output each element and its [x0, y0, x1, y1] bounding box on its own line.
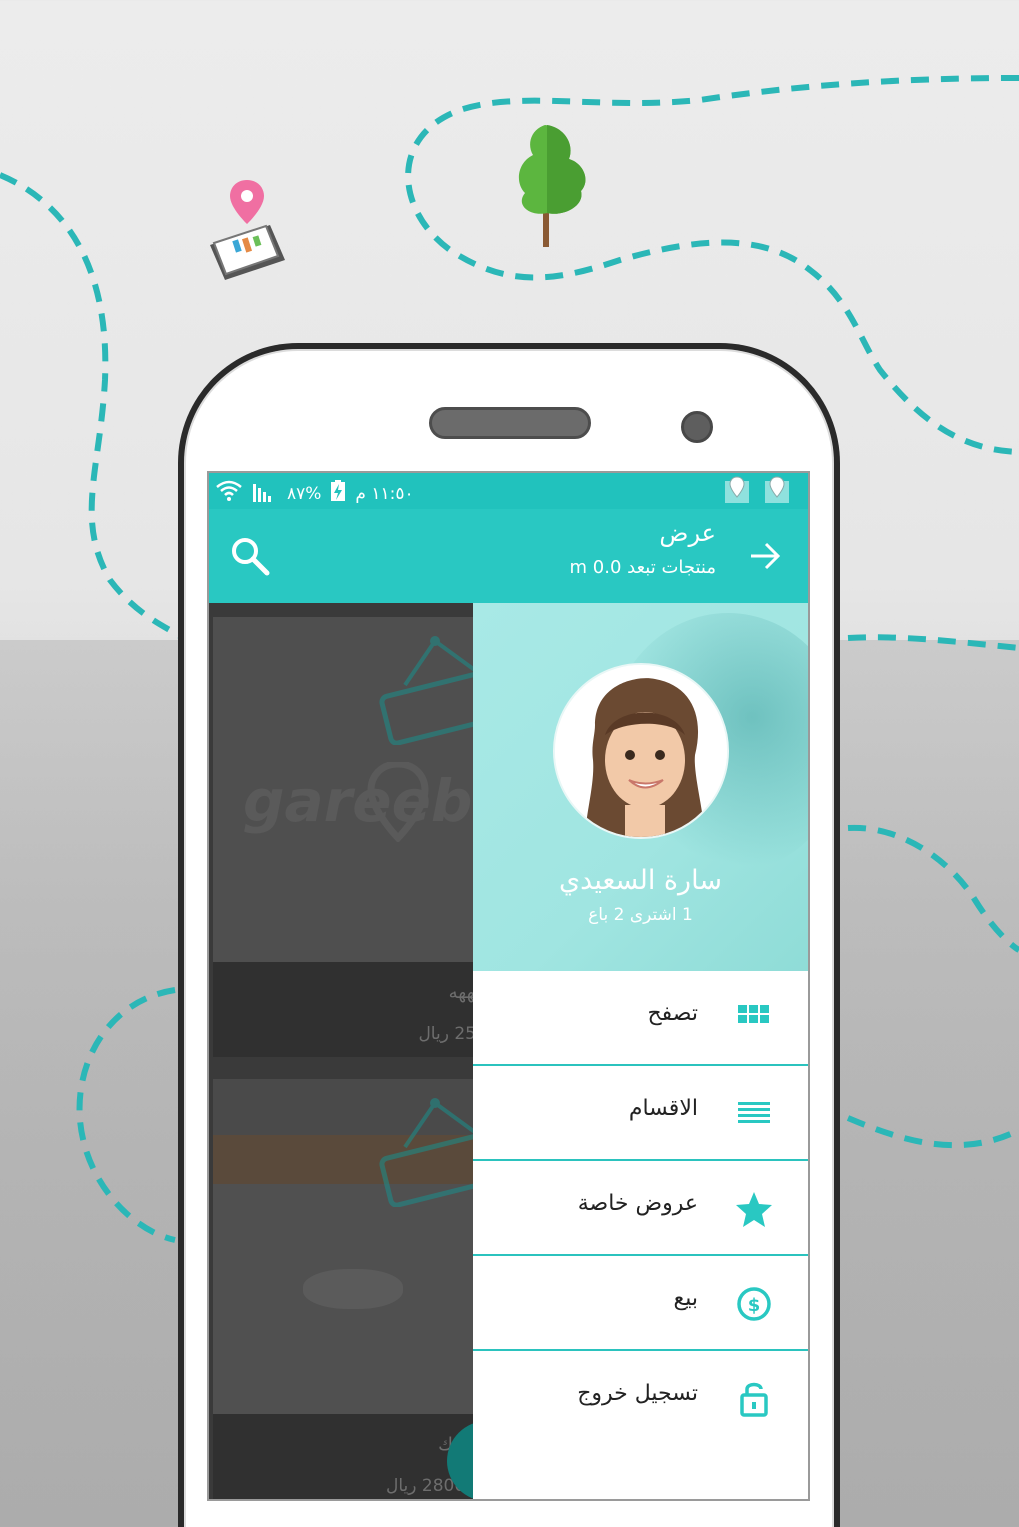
phone-speaker [429, 407, 591, 439]
user-stats: 1 اشترى 2 باع [588, 905, 693, 925]
menu-item-logout[interactable]: تسجيل خروج [473, 1351, 808, 1446]
list-icon [734, 1094, 774, 1134]
app-screen: ١١:٥٠ م %٨٧ عرض منتجات تبعد 0.0 m gareeb… [207, 471, 810, 1501]
menu-item-browse[interactable]: تصفح [473, 971, 808, 1066]
svg-text:$: $ [748, 1295, 761, 1316]
menu-item-sell[interactable]: بيع $ [473, 1256, 808, 1351]
listing-image [213, 1079, 513, 1429]
phone-camera [681, 411, 713, 443]
listing-card[interactable]: gareeb عععههه 255.0 ريال [213, 617, 513, 1057]
listing-image: gareeb [213, 617, 513, 962]
search-icon[interactable] [229, 535, 271, 577]
location-notification-icon [764, 475, 790, 510]
listing-footer: عععههه 255.0 ريال [213, 962, 513, 1057]
battery-charging-icon [329, 480, 347, 507]
battery-percent: %٨٧ [287, 483, 322, 504]
menu-item-label: تسجيل خروج [577, 1381, 698, 1406]
grid-icon [734, 999, 774, 1039]
status-time: ١١:٥٠ م [355, 483, 414, 504]
app-bar: عرض منتجات تبعد 0.0 m [209, 509, 808, 603]
page-subtitle: منتجات تبعد 0.0 m [569, 557, 717, 578]
star-icon [734, 1189, 774, 1229]
wifi-icon [215, 479, 243, 508]
menu-item-label: الاقسام [628, 1096, 698, 1121]
avatar[interactable] [553, 663, 729, 839]
menu-item-label: تصفح [647, 1001, 698, 1026]
status-right [724, 475, 790, 510]
apple-logo-icon [303, 1269, 403, 1309]
dollar-icon: $ [734, 1284, 774, 1324]
menu-item-label: عروض خاصة [577, 1191, 698, 1216]
drawer-menu: تصفح الاقسام عروض خاصة بيع $ تسجيل خروج [473, 971, 808, 1446]
tree-icon [505, 125, 590, 250]
location-notification-icon [724, 475, 750, 510]
drawer-header: سارة السعيدي 1 اشترى 2 باع [473, 603, 808, 971]
navigation-drawer: سارة السعيدي 1 اشترى 2 باع تصفح الاقسام … [473, 603, 808, 1499]
menu-item-categories[interactable]: الاقسام [473, 1066, 808, 1161]
laptop-location-icon [200, 180, 285, 290]
user-name: سارة السعيدي [559, 865, 722, 896]
lock-icon [734, 1379, 774, 1419]
menu-item-label: بيع [673, 1286, 698, 1311]
brand-watermark: gareeb [243, 767, 473, 835]
menu-item-special-offers[interactable]: عروض خاصة [473, 1161, 808, 1256]
status-bar: ١١:٥٠ م %٨٧ [209, 473, 808, 509]
status-left: ١١:٥٠ م %٨٧ [215, 479, 414, 508]
page-title: عرض [659, 519, 716, 547]
signal-icon [251, 480, 279, 507]
arrow-forward-icon[interactable] [748, 539, 782, 573]
